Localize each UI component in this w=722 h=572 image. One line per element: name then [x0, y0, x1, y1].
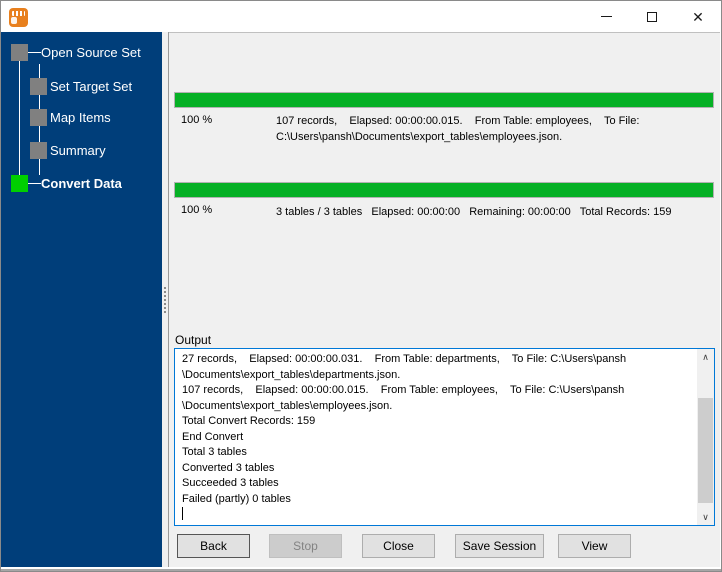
overall-progress-bar	[174, 182, 714, 198]
text-caret	[182, 507, 183, 520]
window-bottom-border	[1, 569, 721, 571]
back-button[interactable]: Back	[177, 534, 250, 558]
step-connector-line	[28, 183, 41, 184]
splitter-handle[interactable]	[162, 32, 169, 567]
output-log-text: 27 records, Elapsed: 00:00:00.031. From …	[182, 353, 627, 505]
maximize-button[interactable]	[629, 1, 675, 32]
app-logo-icon	[9, 8, 28, 27]
sidebar-item-open-source-set[interactable]: Open Source Set	[41, 45, 141, 60]
sidebar-item-summary[interactable]: Summary	[50, 143, 106, 158]
view-button[interactable]: View	[558, 534, 631, 558]
splitter-grip-dots	[164, 287, 166, 313]
step-connector-line	[39, 126, 40, 142]
main-panel: 100 % 107 records, Elapsed: 00:00:00.015…	[169, 32, 720, 567]
overall-progress-fill	[175, 183, 713, 197]
app-logo-detail	[11, 17, 17, 24]
close-dialog-button[interactable]: Close	[362, 534, 435, 558]
save-session-button[interactable]: Save Session	[455, 534, 544, 558]
table-progress-bar	[174, 92, 714, 108]
sidebar-item-set-target-set[interactable]: Set Target Set	[50, 79, 132, 94]
output-scrollbar[interactable]: ∧ ∨	[697, 349, 714, 525]
overall-progress-detail: 3 tables / 3 tables Elapsed: 00:00:00 Re…	[276, 206, 672, 218]
scroll-up-arrow-icon[interactable]: ∧	[697, 349, 714, 365]
wizard-steps-sidebar: Open Source Set Set Target Set Map Items…	[1, 32, 162, 567]
step-indicator-set-target-set	[30, 78, 47, 95]
step-indicator-open-source-set	[11, 44, 28, 61]
step-connector-line	[39, 159, 40, 175]
step-connector-line	[28, 52, 41, 53]
table-progress-percent: 100 %	[181, 114, 213, 126]
close-button[interactable]: ✕	[675, 1, 721, 32]
title-bar: ✕	[1, 1, 721, 32]
step-connector-line	[39, 64, 40, 78]
sidebar-item-map-items[interactable]: Map Items	[50, 110, 111, 125]
step-connector-line	[39, 95, 40, 109]
step-indicator-convert-data-active	[11, 175, 28, 192]
minimize-icon	[600, 16, 612, 17]
output-label: Output	[175, 333, 212, 347]
maximize-icon	[647, 11, 657, 22]
output-textarea[interactable]: 27 records, Elapsed: 00:00:00.031. From …	[174, 348, 715, 526]
scroll-down-arrow-icon[interactable]: ∨	[697, 509, 714, 525]
stop-button: Stop	[269, 534, 342, 558]
step-indicator-map-items	[30, 109, 47, 126]
app-window: ✕ Open Source Set Set Target Set Map Ite…	[0, 0, 722, 572]
scrollbar-thumb[interactable]	[698, 398, 713, 503]
close-icon: ✕	[692, 8, 704, 25]
minimize-button[interactable]	[583, 1, 629, 32]
step-connector-line	[19, 61, 20, 175]
step-indicator-summary	[30, 142, 47, 159]
table-progress-detail: 107 records, Elapsed: 00:00:00.015. From…	[276, 115, 640, 143]
sidebar-item-convert-data[interactable]: Convert Data	[41, 176, 122, 191]
app-logo-detail	[12, 11, 25, 16]
window-controls: ✕	[583, 1, 721, 32]
overall-progress-percent: 100 %	[181, 204, 213, 216]
table-progress-fill	[175, 93, 713, 107]
